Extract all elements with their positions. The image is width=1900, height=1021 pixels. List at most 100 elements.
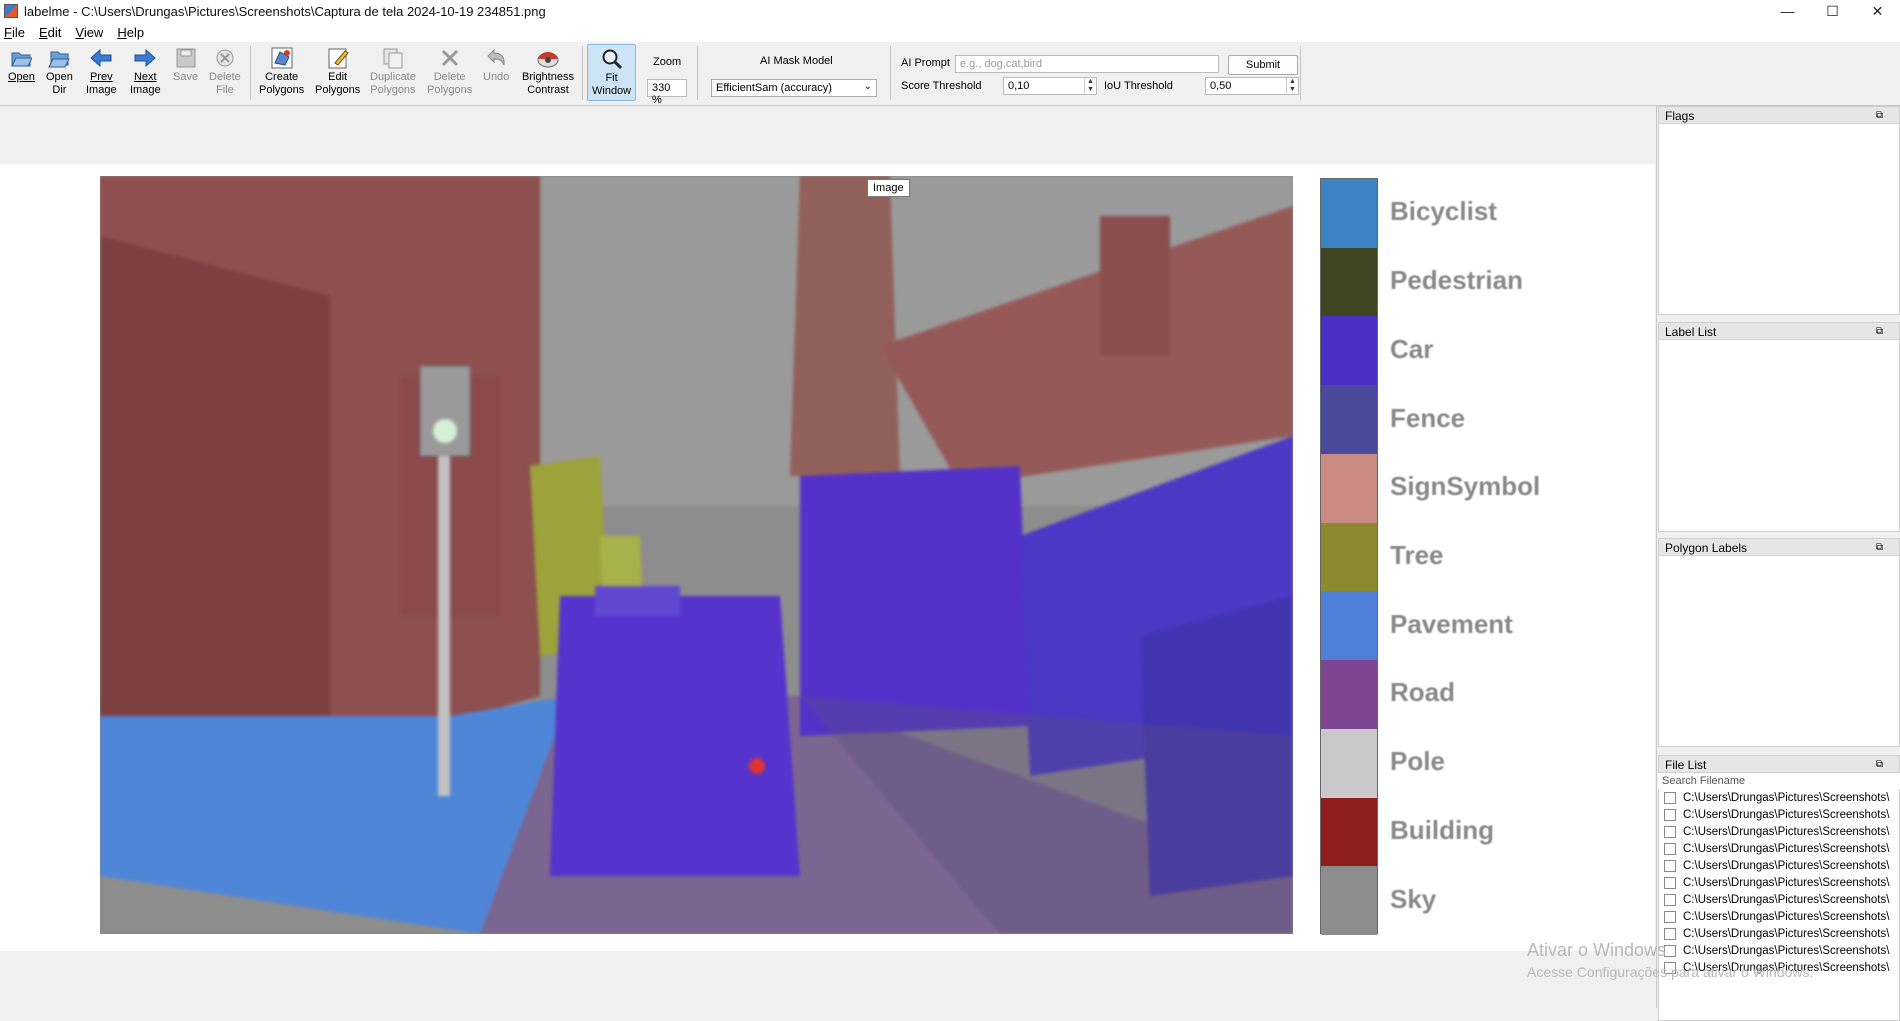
prev-image-button[interactable]: Prev Image (86, 46, 117, 97)
menu-file[interactable]: File (4, 25, 33, 40)
file-list-item[interactable]: C:\Users\Drungas\Pictures\Screenshots\ (1659, 925, 1899, 942)
image-tooltip: Image (867, 179, 910, 197)
file-list-item[interactable]: C:\Users\Drungas\Pictures\Screenshots\ (1659, 942, 1899, 959)
flags-dock: Flags ⧉ (1658, 106, 1900, 315)
file-path: C:\Users\Drungas\Pictures\Screenshots\ (1683, 927, 1890, 940)
delete-file-button[interactable]: Delete File (209, 46, 241, 97)
file-checkbox[interactable] (1664, 876, 1676, 889)
file-path: C:\Users\Drungas\Pictures\Screenshots\ (1683, 808, 1890, 821)
activation-watermark-title: Ativar o Windows (1527, 940, 1667, 960)
submit-button[interactable]: Submit (1228, 55, 1298, 75)
polygon-labels-dock-title[interactable]: Polygon Labels ⧉ (1658, 538, 1900, 556)
duplicate-polygons-button[interactable]: Duplicate Polygons (370, 46, 416, 97)
search-filename-input[interactable]: Search Filename (1658, 773, 1900, 789)
iou-threshold-spinbox[interactable]: 0,50 ▲ ▼ (1205, 77, 1299, 95)
delete-polygons-button[interactable]: Delete Polygons (427, 46, 472, 97)
floppy-disk-icon (174, 46, 198, 70)
next-image-button[interactable]: Next Image (130, 46, 161, 97)
legend-label: Car (1390, 333, 1434, 364)
score-threshold-spinbox[interactable]: 0,10 ▲ ▼ (1003, 77, 1097, 95)
flags-list[interactable] (1658, 124, 1900, 315)
file-path: C:\Users\Drungas\Pictures\Screenshots\ (1683, 876, 1890, 889)
label-list-dock-title[interactable]: Label List ⧉ (1658, 322, 1900, 340)
polygon-labels-list[interactable] (1658, 556, 1900, 747)
legend-label: Pole (1390, 746, 1445, 777)
legend-swatch (1321, 247, 1377, 317)
file-path: C:\Users\Drungas\Pictures\Screenshots\ (1683, 859, 1890, 872)
file-list[interactable]: C:\Users\Drungas\Pictures\Screenshots\ C:… (1658, 789, 1900, 1021)
label-list[interactable] (1658, 340, 1900, 532)
arrow-right-icon (133, 46, 157, 70)
file-list-item[interactable]: C:\Users\Drungas\Pictures\Screenshots\ (1659, 908, 1899, 925)
edit-polygons-button[interactable]: Edit Polygons (315, 46, 360, 97)
menu-view[interactable]: View (75, 25, 111, 40)
file-path: C:\Users\Drungas\Pictures\Screenshots\ (1683, 825, 1890, 838)
brightness-contrast-icon (536, 46, 560, 70)
flags-dock-title[interactable]: Flags ⧉ (1658, 106, 1900, 124)
toolbar-separator (582, 46, 583, 100)
brightness-contrast-button[interactable]: Brightness Contrast (522, 46, 574, 97)
file-checkbox[interactable] (1664, 927, 1676, 940)
float-window-icon[interactable]: ⧉ (1876, 542, 1883, 553)
ai-mask-model-select[interactable]: EfficientSam (accuracy) ⌄ (711, 79, 877, 97)
float-window-icon[interactable]: ⧉ (1876, 110, 1883, 121)
iou-threshold-label: IoU Threshold (1104, 80, 1173, 92)
activation-watermark-text: Acesse Configurações para ativar o Windo… (1527, 964, 1814, 980)
file-checkbox[interactable] (1664, 859, 1676, 872)
maximize-button[interactable]: ☐ (1810, 0, 1855, 22)
file-path: C:\Users\Drungas\Pictures\Screenshots\ (1683, 910, 1890, 923)
title-bar: labelme - C:\Users\Drungas\Pictures\Scre… (0, 0, 1900, 22)
file-list-item[interactable]: C:\Users\Drungas\Pictures\Screenshots\ (1659, 806, 1899, 823)
open-dir-button[interactable]: Open Dir (46, 46, 73, 97)
magnifier-icon (600, 47, 624, 71)
ai-mask-model-label: AI Mask Model (760, 55, 833, 67)
labelme-app-icon (4, 4, 18, 18)
legend-label: Road (1390, 677, 1455, 708)
fit-window-button[interactable]: Fit Window (587, 44, 637, 101)
file-list-item[interactable]: C:\Users\Drungas\Pictures\Screenshots\ (1659, 874, 1899, 891)
float-window-icon[interactable]: ⧉ (1876, 759, 1883, 770)
file-list-item[interactable]: C:\Users\Drungas\Pictures\Screenshots\ (1659, 891, 1899, 908)
legend-swatch (1321, 316, 1377, 386)
file-list-dock-title[interactable]: File List ⧉ (1658, 755, 1900, 773)
undo-button[interactable]: Undo (483, 46, 509, 84)
create-polygons-button[interactable]: Create Polygons (259, 46, 304, 97)
legend-label: Pavement (1390, 608, 1513, 639)
file-checkbox[interactable] (1664, 825, 1676, 838)
file-list-item[interactable]: C:\Users\Drungas\Pictures\Screenshots\ (1659, 840, 1899, 857)
duplicate-icon (381, 46, 405, 70)
spin-arrows-icon[interactable]: ▲ ▼ (1084, 78, 1096, 94)
close-button[interactable]: ✕ (1855, 0, 1900, 22)
chevron-down-icon: ⌄ (863, 81, 872, 92)
file-list-item[interactable]: C:\Users\Drungas\Pictures\Screenshots\ (1659, 857, 1899, 874)
file-list-item[interactable]: C:\Users\Drungas\Pictures\Screenshots\ (1659, 823, 1899, 840)
file-list-item[interactable]: C:\Users\Drungas\Pictures\Screenshots\ (1659, 789, 1899, 806)
zoom-label: Zoom (653, 56, 682, 68)
segmented-image[interactable] (100, 176, 1293, 934)
file-checkbox[interactable] (1664, 893, 1676, 906)
zoom-input[interactable]: 330 % (647, 79, 687, 106)
minimize-button[interactable]: — (1765, 0, 1810, 22)
legend-label: Fence (1390, 402, 1466, 433)
legend-swatch (1321, 797, 1377, 867)
folder-open-icon (9, 46, 33, 70)
file-checkbox[interactable] (1664, 910, 1676, 923)
menu-bar: File Edit View Help (0, 22, 1900, 42)
legend-label: Pedestrian (1390, 265, 1523, 296)
file-checkbox[interactable] (1664, 842, 1676, 855)
file-path: C:\Users\Drungas\Pictures\Screenshots\ (1683, 893, 1890, 906)
score-threshold-label: Score Threshold (901, 80, 982, 92)
open-button[interactable]: Open (8, 46, 35, 84)
float-window-icon[interactable]: ⧉ (1876, 326, 1883, 337)
toolbar-separator (1300, 46, 1301, 100)
save-button[interactable]: Save (173, 46, 198, 84)
ai-prompt-input[interactable]: e.g., dog,cat,bird (955, 55, 1219, 73)
spin-arrows-icon[interactable]: ▲ ▼ (1286, 78, 1298, 94)
polygon-labels-dock: Polygon Labels ⧉ (1658, 538, 1900, 747)
file-checkbox[interactable] (1664, 808, 1676, 821)
legend-swatch (1321, 728, 1377, 798)
file-path: C:\Users\Drungas\Pictures\Screenshots\ (1683, 944, 1890, 957)
menu-help[interactable]: Help (117, 25, 152, 40)
file-checkbox[interactable] (1664, 791, 1676, 804)
menu-edit[interactable]: Edit (39, 25, 69, 40)
